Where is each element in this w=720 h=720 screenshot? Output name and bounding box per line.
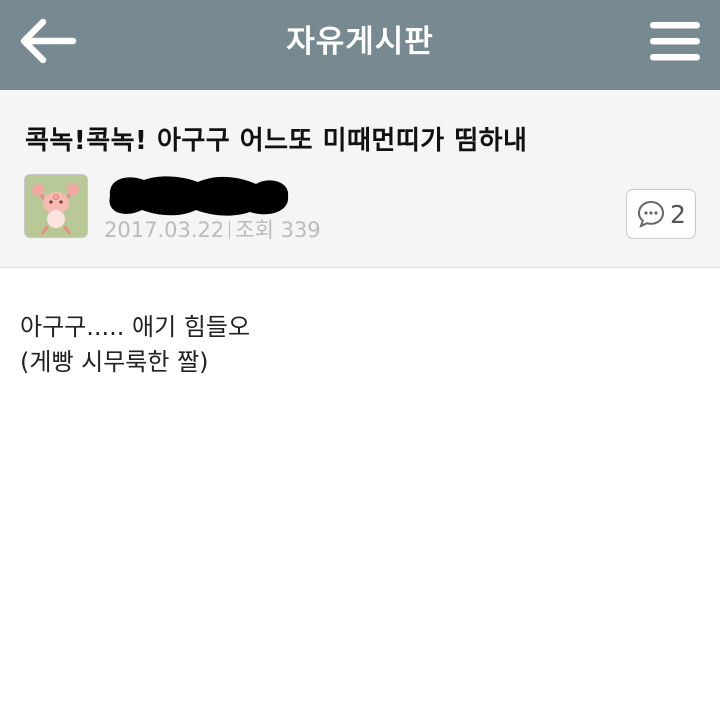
post-header: 콕녹!콕녹! 아구구 어느또 미때먼띠가 띰하내 2017.03.22 조회 3… xyxy=(0,90,720,268)
comment-count: 2 xyxy=(670,199,686,229)
avatar[interactable] xyxy=(24,174,88,238)
meta-divider xyxy=(229,221,231,239)
post-body: 아구구..... 애기 힘들오 (게빵 시무룩한 짤) xyxy=(20,310,700,380)
body-line: (게빵 시무룩한 짤) xyxy=(20,348,209,376)
comments-button[interactable]: 2 xyxy=(626,189,696,239)
post-date: 2017.03.22 xyxy=(104,218,225,242)
body-line: 아구구..... 애기 힘들오 xyxy=(20,313,251,341)
app-screen: 자유게시판 콕녹!콕녹! 아구구 어느또 미때먼띠가 띰하내 2017.03.2… xyxy=(0,0,720,720)
views-count: 339 xyxy=(280,218,321,242)
top-app-bar: 자유게시판 xyxy=(0,0,720,90)
post-title: 콕녹!콕녹! 아구구 어느또 미때먼띠가 띰하내 xyxy=(25,126,528,156)
back-button[interactable] xyxy=(14,13,80,69)
arrow-left-icon xyxy=(20,18,77,64)
speech-bubble-icon xyxy=(638,200,665,228)
character-avatar-icon xyxy=(25,175,87,237)
author-name-redaction xyxy=(109,176,289,216)
menu-button[interactable] xyxy=(644,13,706,69)
page-title: 자유게시판 xyxy=(286,24,434,60)
hamburger-menu-icon xyxy=(650,22,700,61)
views-label: 조회 xyxy=(235,218,274,242)
post-meta: 2017.03.22 조회 339 xyxy=(104,214,321,244)
